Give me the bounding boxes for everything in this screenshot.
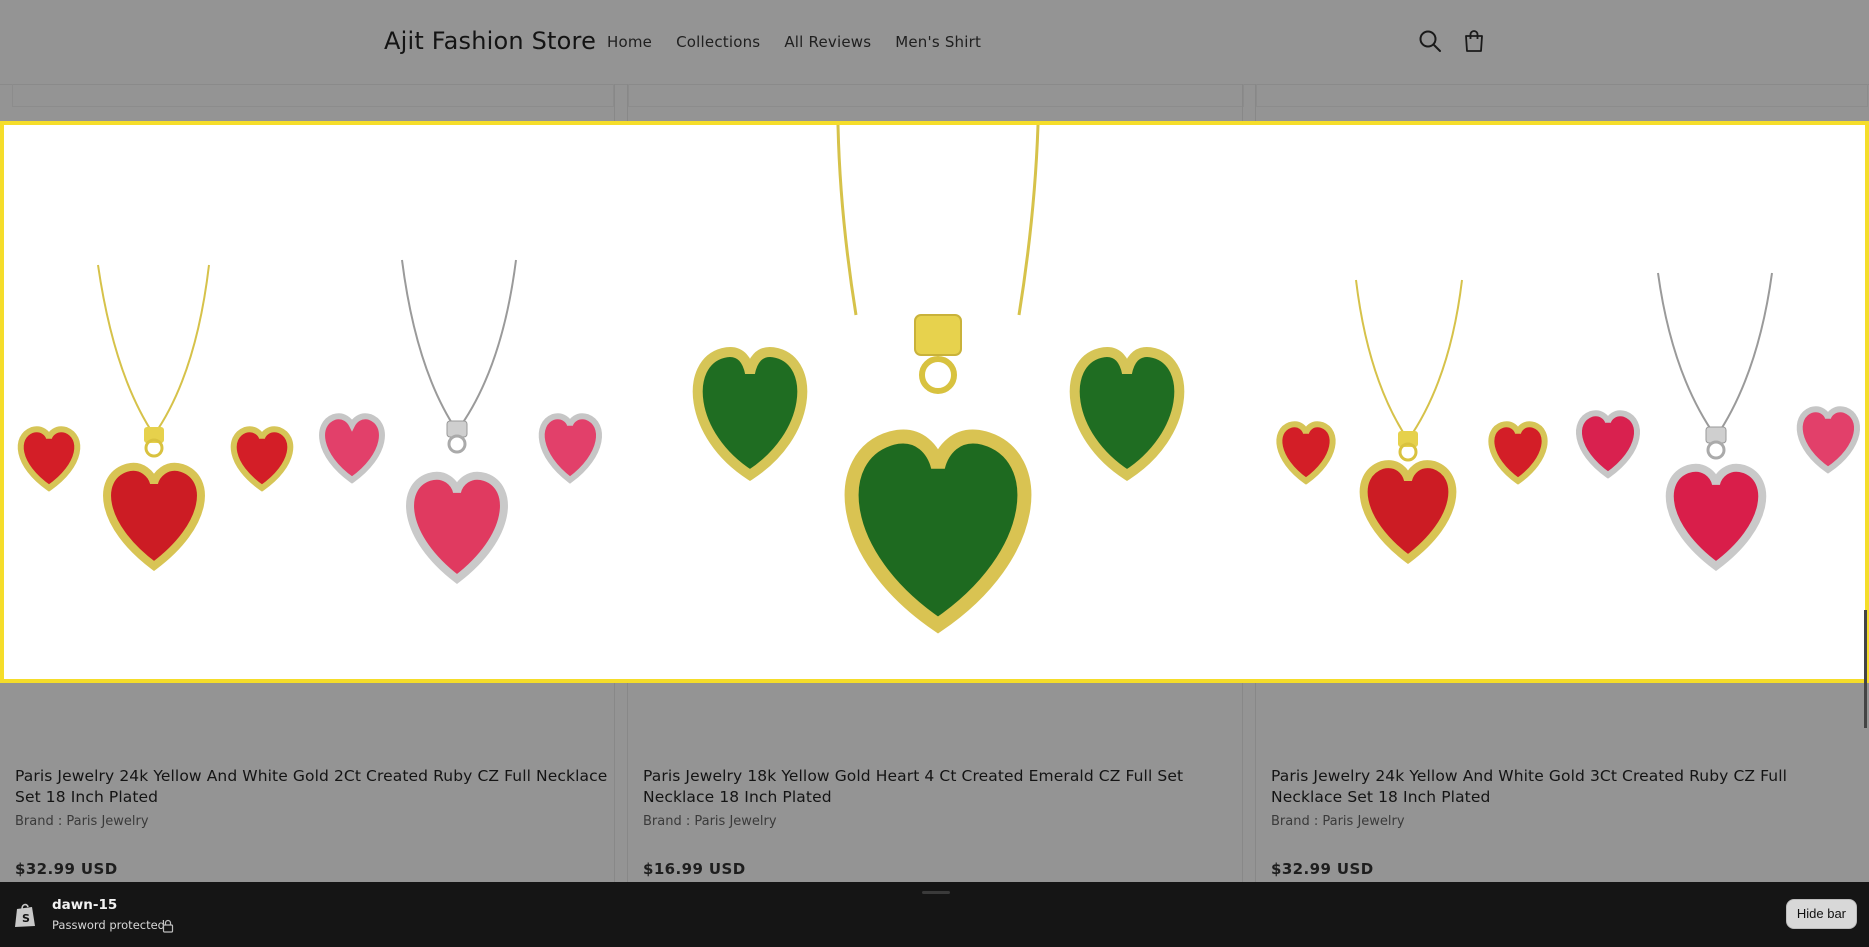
- shopify-bag-icon: S: [14, 902, 36, 928]
- card-outline: [628, 84, 1244, 107]
- hide-bar-button[interactable]: Hide bar: [1785, 899, 1857, 929]
- main-nav: Home Collections All Reviews Men's Shirt: [607, 33, 1005, 51]
- product-title[interactable]: Paris Jewelry 24k Yellow And White Gold …: [15, 766, 625, 808]
- product-brand: Brand : Paris Jewelry: [643, 814, 777, 829]
- password-status: Password protected: [52, 918, 165, 932]
- nav-collections[interactable]: Collections: [676, 33, 760, 51]
- highlighted-product-images: [0, 121, 1869, 683]
- theme-name: dawn-15: [52, 897, 118, 913]
- cart-icon[interactable]: [1461, 28, 1487, 54]
- product-title[interactable]: Paris Jewelry 24k Yellow And White Gold …: [1271, 766, 1856, 808]
- product-image-1[interactable]: [4, 125, 616, 679]
- search-icon[interactable]: [1417, 28, 1443, 54]
- nav-mens-shirt[interactable]: Men's Shirt: [895, 33, 981, 51]
- store-title[interactable]: Ajit Fashion Store: [384, 27, 596, 55]
- product-image-3[interactable]: [1258, 125, 1865, 679]
- product-card-2: Paris Jewelry 18k Yellow Gold Heart 4 Ct…: [643, 766, 1228, 829]
- nav-all-reviews[interactable]: All Reviews: [784, 33, 871, 51]
- product-card-3: Paris Jewelry 24k Yellow And White Gold …: [1271, 766, 1856, 829]
- nav-home[interactable]: Home: [607, 33, 652, 51]
- product-price: $32.99 USD: [1271, 860, 1374, 878]
- preview-admin-bar: S dawn-15 Password protected Hide bar: [0, 882, 1869, 947]
- svg-text:S: S: [22, 912, 30, 925]
- lock-icon: [162, 918, 174, 933]
- product-card-1: Paris Jewelry 24k Yellow And White Gold …: [15, 766, 625, 829]
- site-header: Ajit Fashion Store Home Collections All …: [0, 0, 1869, 85]
- product-title[interactable]: Paris Jewelry 18k Yellow Gold Heart 4 Ct…: [643, 766, 1228, 808]
- product-price: $16.99 USD: [643, 860, 746, 878]
- drag-handle[interactable]: [922, 891, 950, 894]
- product-brand: Brand : Paris Jewelry: [15, 814, 149, 829]
- card-outline: [1256, 84, 1868, 107]
- product-price: $32.99 USD: [15, 860, 118, 878]
- product-image-2[interactable]: [630, 125, 1246, 679]
- scrollbar-thumb[interactable]: [1864, 610, 1867, 728]
- card-outline: [12, 84, 614, 107]
- product-brand: Brand : Paris Jewelry: [1271, 814, 1405, 829]
